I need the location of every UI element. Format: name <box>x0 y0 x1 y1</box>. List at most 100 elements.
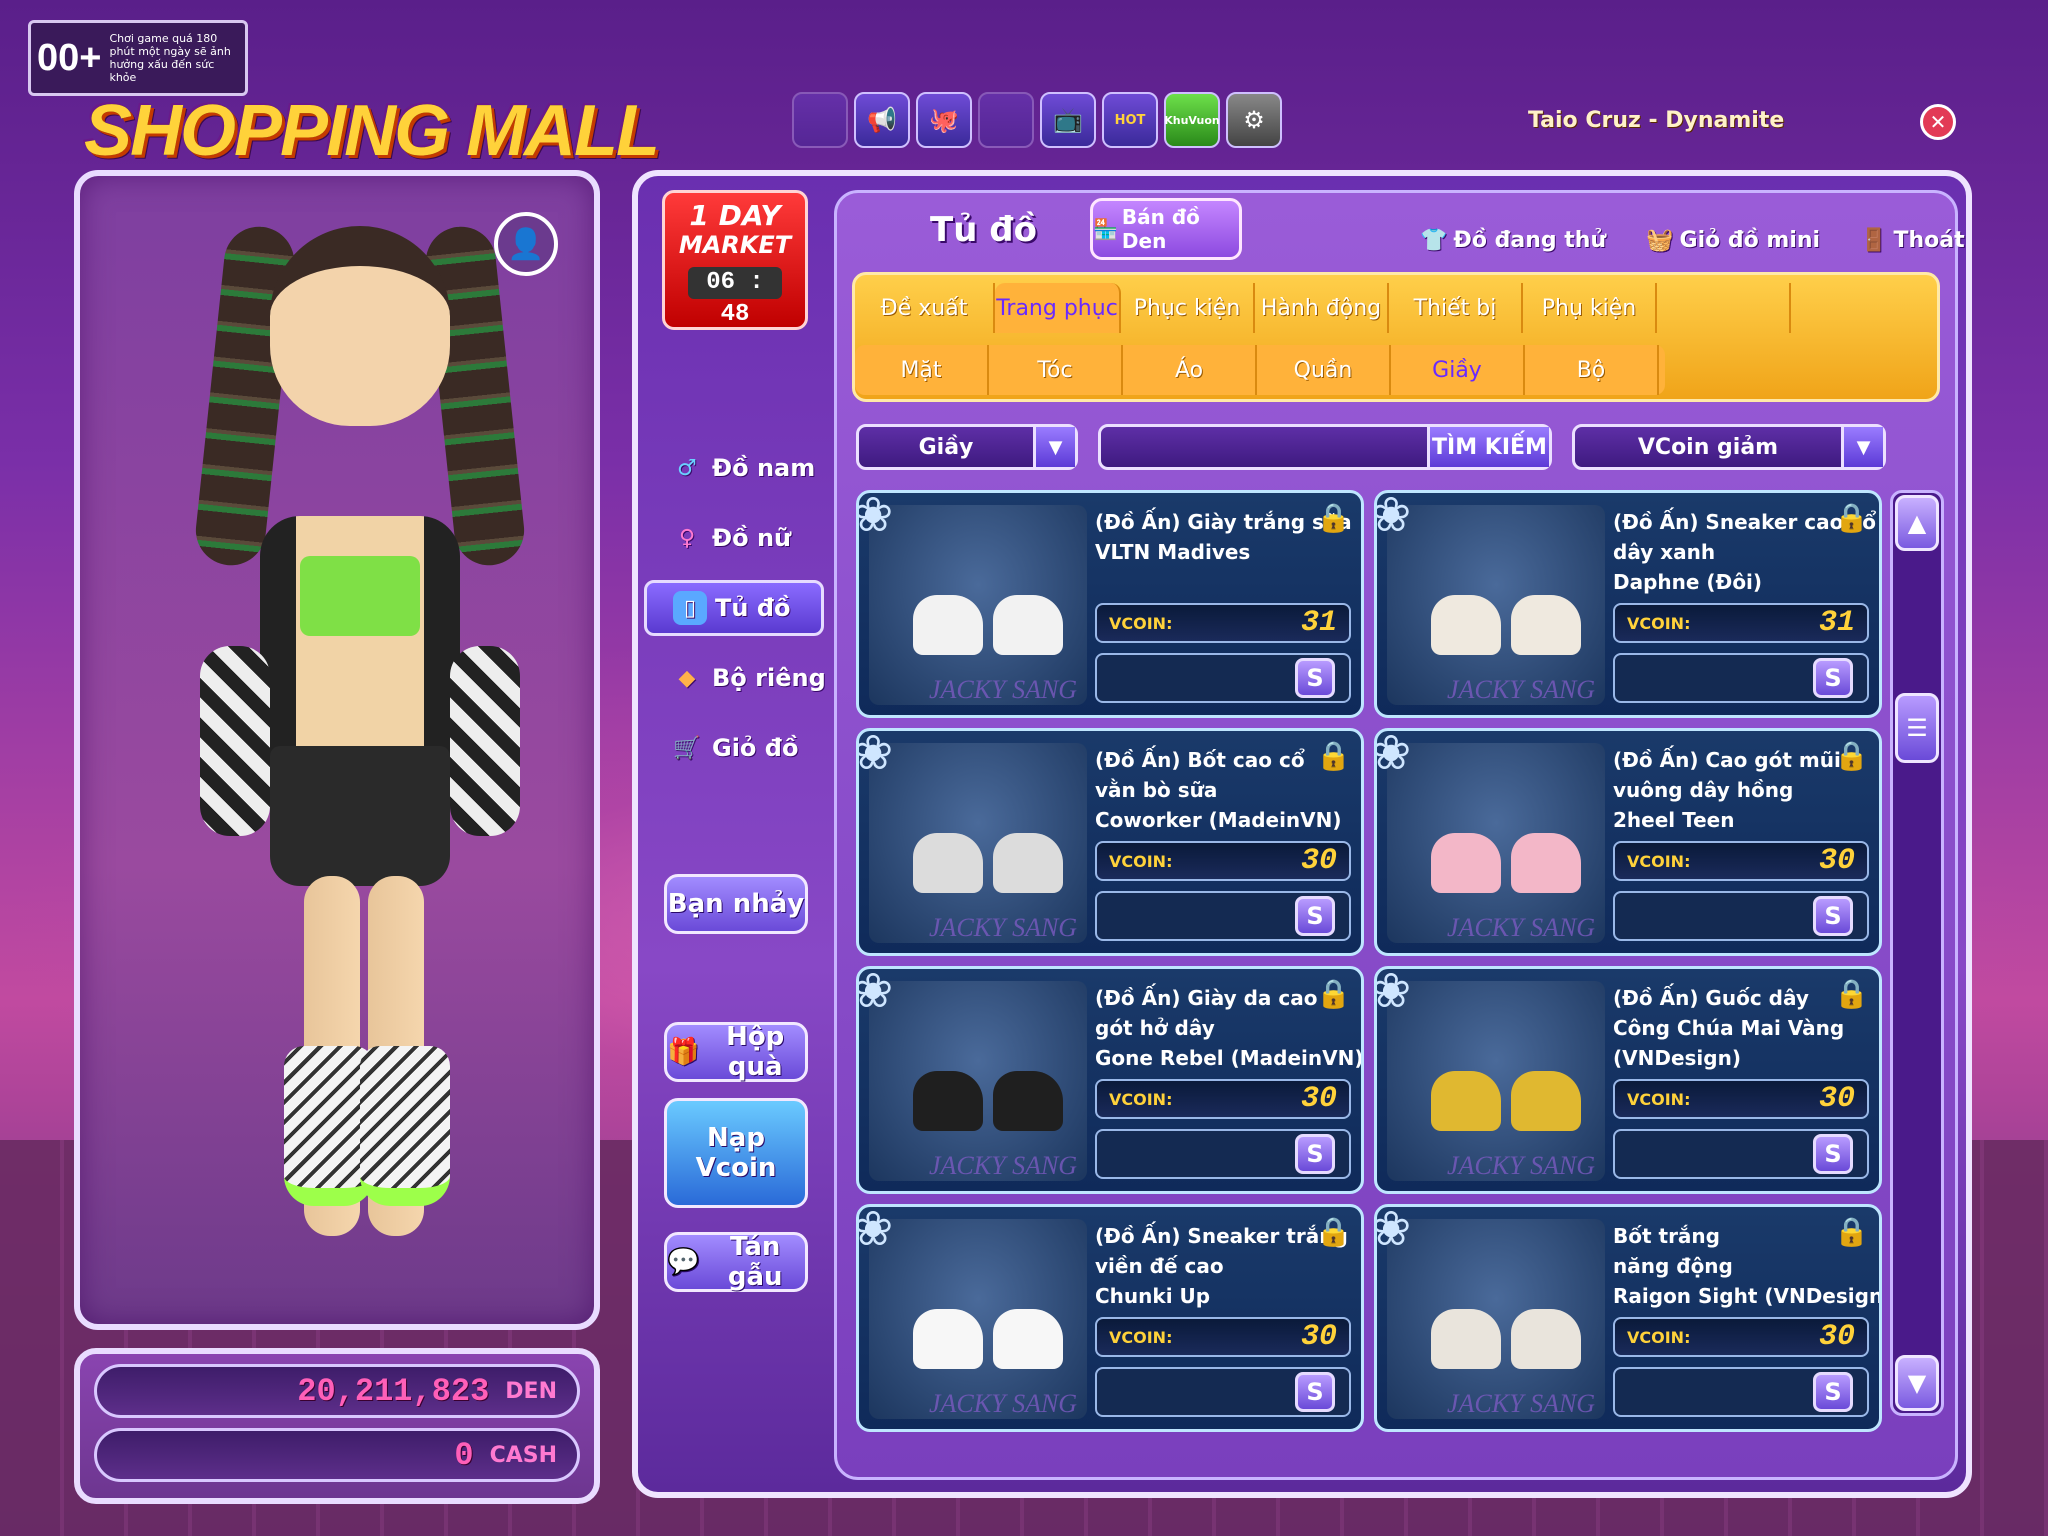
shoe-right <box>993 1309 1063 1369</box>
item-card[interactable]: JACKY SANG ❀ Bốt trắng năng động Raigon … <box>1374 1204 1882 1432</box>
subtab-toc[interactable]: Tóc <box>989 345 1123 395</box>
now-playing-song: Taio Cruz - Dynamite <box>1528 108 1785 133</box>
item-price: VCOIN: 30 <box>1613 1317 1869 1357</box>
do-dang-thu-button[interactable]: 👕 Đồ đang thử <box>1420 228 1606 253</box>
nav-tu-do[interactable]: ▯ Tủ đồ <box>644 580 824 636</box>
sell-button[interactable]: S <box>1813 658 1853 698</box>
hop-qua-label: Hộp quà <box>726 1022 785 1082</box>
tab-hanh-dong[interactable]: Hành động <box>1255 283 1389 333</box>
currency-panel: 20,211,823 DEN 0 CASH <box>74 1348 600 1504</box>
chat-icon: 💬 <box>667 1247 700 1277</box>
item-action-bar: S <box>1095 891 1351 941</box>
scroll-thumb[interactable]: ☰ <box>1895 693 1939 763</box>
item-card[interactable]: JACKY SANG ❀ (Đồ Ấn) Sneaker trắng viền … <box>856 1204 1364 1432</box>
bow-icon: ❀ <box>1374 728 1412 781</box>
megaphone-icon[interactable]: 📢 <box>854 92 910 148</box>
shoe-left <box>1431 595 1501 655</box>
gift-icon: 🎁 <box>667 1037 700 1067</box>
sell-button[interactable]: S <box>1295 658 1335 698</box>
sort-value: VCoin giảm <box>1637 434 1779 460</box>
gio-do-mini-button[interactable]: 🧺 Giỏ đồ mini <box>1646 228 1820 253</box>
tab-de-xuat[interactable]: Đề xuất <box>855 283 995 333</box>
brand-watermark: JACKY SANG <box>1447 675 1596 704</box>
sleeve-left <box>200 646 270 836</box>
tab-empty <box>1791 283 1921 333</box>
price-currency: VCOIN: <box>1109 1089 1173 1109</box>
nav-bo-rieng[interactable]: ◆ Bộ riêng <box>644 650 834 706</box>
nav-do-nam[interactable]: ♂ Đồ nam <box>644 440 834 496</box>
close-icon[interactable]: ✕ <box>1920 104 1956 140</box>
cash-unit: CASH <box>489 1442 557 1468</box>
scroll-up-icon[interactable]: ▲ <box>1895 495 1939 551</box>
octopus-icon[interactable]: 🐙 <box>916 92 972 148</box>
item-name-line: Raigon Sight (VNDesign) <box>1613 1284 1882 1308</box>
category-dropdown[interactable]: Giầy ▼ <box>856 424 1078 470</box>
sell-button[interactable]: S <box>1295 896 1335 936</box>
category-nav: ♂ Đồ nam ♀ Đồ nữ ▯ Tủ đồ ◆ Bộ riêng 🛒 Gi… <box>644 440 834 790</box>
scroll-down-icon[interactable]: ▼ <box>1895 1355 1939 1411</box>
brand-watermark: JACKY SANG <box>1447 913 1596 942</box>
green-top <box>300 556 420 636</box>
nav-label: Bộ riêng <box>712 664 826 692</box>
nav-gio-do[interactable]: 🛒 Giỏ đồ <box>644 720 834 776</box>
price-currency: VCOIN: <box>1109 1327 1173 1347</box>
nav-label: Đồ nữ <box>712 524 792 552</box>
price-currency: VCOIN: <box>1627 613 1691 633</box>
subtab-mat[interactable]: Mặt <box>855 345 989 395</box>
search-button[interactable]: TÌM KIẾM <box>1427 427 1549 467</box>
ban-do-den-button[interactable]: 🏪 Bán đồ Den <box>1090 198 1242 260</box>
avatar-preview-panel: 👤 <box>74 170 600 1330</box>
bow-icon: ❀ <box>1374 1204 1412 1257</box>
ban-nhay-button[interactable]: Bạn nhảy <box>664 874 808 934</box>
sort-dropdown[interactable]: VCoin giảm ▼ <box>1572 424 1886 470</box>
set-icon: ◆ <box>678 665 696 691</box>
item-card[interactable]: JACKY SANG ❀ (Đồ Ấn) Giày trắng sữa VLTN… <box>856 490 1364 718</box>
item-thumbnail: JACKY SANG <box>1387 1219 1605 1419</box>
item-card[interactable]: JACKY SANG ❀ (Đồ Ấn) Cao gót mũi vuông d… <box>1374 728 1882 956</box>
boot-right <box>360 1046 450 1206</box>
sell-button[interactable]: S <box>1295 1372 1335 1412</box>
bow-icon: ❀ <box>856 728 894 781</box>
wheel-icon[interactable]: ⚙ <box>1226 92 1282 148</box>
tab-phu-kien[interactable]: Phụ kiện <box>1523 283 1657 333</box>
category-value: Giầy <box>918 434 974 460</box>
hot-icon[interactable]: HOT <box>1102 92 1158 148</box>
thoat-button[interactable]: 🚪 Thoát <box>1860 228 1965 253</box>
nav-do-nu[interactable]: ♀ Đồ nữ <box>644 510 834 566</box>
item-name-line: Gone Rebel (MadeinVN) <box>1095 1046 1364 1070</box>
price-currency: VCOIN: <box>1627 851 1691 871</box>
price-currency: VCOIN: <box>1109 613 1173 633</box>
item-card[interactable]: JACKY SANG ❀ (Đồ Ấn) Bốt cao cổ vằn bò s… <box>856 728 1364 956</box>
sell-button[interactable]: S <box>1295 1134 1335 1174</box>
item-card[interactable]: JACKY SANG ❀ (Đồ Ấn) Guốc dây Công Chúa … <box>1374 966 1882 1194</box>
sell-button[interactable]: S <box>1813 1134 1853 1174</box>
brand-watermark: JACKY SANG <box>929 1389 1078 1418</box>
subtab-quan[interactable]: Quần <box>1257 345 1391 395</box>
search-input[interactable] <box>1101 427 1427 467</box>
tab-trang-phuc[interactable]: Trang phục <box>995 283 1121 333</box>
sell-button[interactable]: S <box>1813 896 1853 936</box>
tab-empty <box>1657 283 1791 333</box>
page-title: Tủ đồ <box>930 210 1037 250</box>
item-card[interactable]: JACKY SANG ❀ (Đồ Ấn) Giày da cao gót hở … <box>856 966 1364 1194</box>
item-card[interactable]: JACKY SANG ❀ (Đồ Ấn) Sneaker cao cổ dây … <box>1374 490 1882 718</box>
item-scrollbar[interactable]: ▲ ☰ ▼ <box>1890 490 1944 1416</box>
khu-vuon-icon[interactable]: KhuVuon <box>1164 92 1220 148</box>
nap-vcoin-button[interactable]: Nạp Vcoin <box>664 1098 808 1208</box>
nav-label: Đồ nam <box>712 454 816 482</box>
item-name-line: Daphne (Đôi) <box>1613 570 1763 594</box>
price-value: 30 <box>1818 844 1855 878</box>
subtab-giay[interactable]: Giầy <box>1391 345 1525 395</box>
item-grid: JACKY SANG ❀ (Đồ Ấn) Giày trắng sữa VLTN… <box>856 490 1882 1432</box>
sell-button[interactable]: S <box>1813 1372 1853 1412</box>
one-day-market-button[interactable]: 1 DAY MARKET 06 : 48 <box>662 190 808 330</box>
lock-icon: 🔒 <box>1316 501 1351 534</box>
den-value: 20,211,823 <box>297 1372 490 1410</box>
tab-thiet-bi[interactable]: Thiết bị <box>1389 283 1523 333</box>
tan-gau-button[interactable]: 💬 Tán gẫu <box>664 1232 808 1292</box>
hop-qua-button[interactable]: 🎁 Hộp quà <box>664 1022 808 1082</box>
tab-phuc-kien[interactable]: Phục kiện <box>1121 283 1255 333</box>
subtab-bo[interactable]: Bộ <box>1525 345 1659 395</box>
tv-icon[interactable]: 📺 <box>1040 92 1096 148</box>
subtab-ao[interactable]: Áo <box>1123 345 1257 395</box>
